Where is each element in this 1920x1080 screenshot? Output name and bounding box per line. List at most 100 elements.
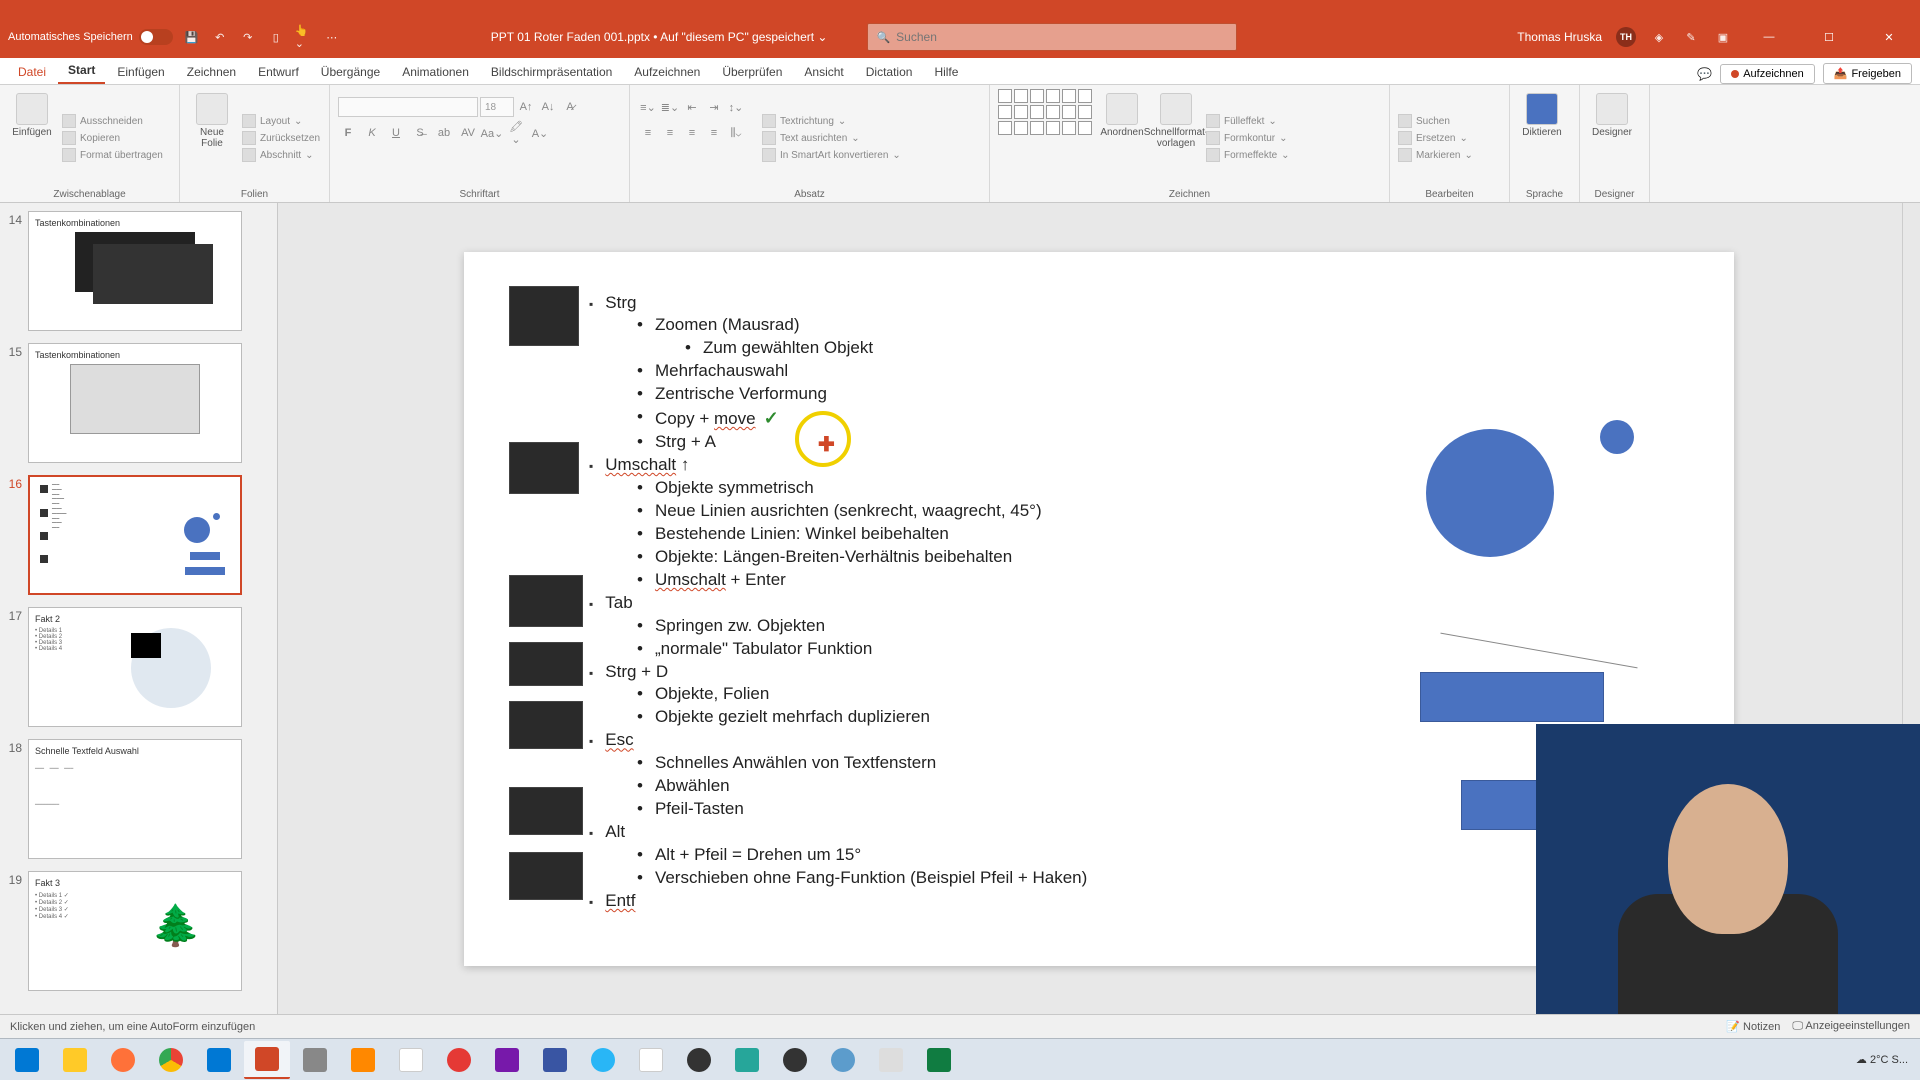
arrange-button[interactable]: Anordnen: [1098, 89, 1146, 187]
taskbar-app-3[interactable]: [436, 1041, 482, 1079]
slide-thumb-18[interactable]: Schnelle Textfeld Auswahl ━━━ ━━━ ━━━ ━━…: [28, 739, 242, 859]
share-button[interactable]: 📤Freigeben: [1823, 63, 1912, 84]
slide-thumb-14[interactable]: Tastenkombinationen: [28, 211, 242, 331]
shape-cell[interactable]: [998, 121, 1012, 135]
tab-file[interactable]: Datei: [8, 60, 56, 84]
window-icon[interactable]: ▣: [1714, 28, 1732, 46]
format-painter-button[interactable]: Format übertragen: [62, 148, 163, 162]
tab-review[interactable]: Überprüfen: [712, 60, 792, 84]
key-image-ctrld[interactable]: [509, 642, 583, 686]
increase-font-button[interactable]: A↑: [516, 97, 536, 117]
tab-view[interactable]: Ansicht: [794, 60, 853, 84]
shape-cell[interactable]: [1062, 105, 1076, 119]
decrease-font-button[interactable]: A↓: [538, 97, 558, 117]
highlight-button[interactable]: 🖍⌄: [506, 123, 526, 143]
tab-design[interactable]: Entwurf: [248, 60, 309, 84]
shape-cell[interactable]: [1078, 89, 1092, 103]
taskbar-app-8[interactable]: [868, 1041, 914, 1079]
record-button[interactable]: Aufzeichnen: [1720, 64, 1815, 84]
new-slide-button[interactable]: Neue Folie: [188, 89, 236, 187]
copy-button[interactable]: Kopieren: [62, 131, 163, 145]
bullets-button[interactable]: ≡⌄: [638, 97, 658, 117]
maximize-button[interactable]: ☐: [1806, 16, 1852, 58]
shape-cell[interactable]: [1078, 121, 1092, 135]
search-box[interactable]: 🔍: [867, 23, 1237, 51]
align-center-button[interactable]: ≡: [660, 123, 680, 143]
autosave-toggle[interactable]: Automatisches Speichern: [8, 29, 173, 45]
taskbar-visio[interactable]: [532, 1041, 578, 1079]
shape-cell[interactable]: [1014, 89, 1028, 103]
touch-icon[interactable]: 👆⌄: [295, 28, 313, 46]
font-size-input[interactable]: [480, 97, 514, 117]
shape-small-circle[interactable]: [1600, 420, 1634, 454]
weather-widget[interactable]: ☁ 2°C S...: [1856, 1053, 1908, 1066]
save-icon[interactable]: 💾: [183, 28, 201, 46]
display-settings-button[interactable]: 🖵 Anzeigeeinstellungen: [1792, 1020, 1910, 1033]
close-button[interactable]: ✕: [1866, 16, 1912, 58]
indent-less-button[interactable]: ⇤: [682, 97, 702, 117]
designer-button[interactable]: Designer: [1588, 89, 1636, 187]
taskbar-onenote[interactable]: [484, 1041, 530, 1079]
tab-home[interactable]: Start: [58, 58, 105, 84]
taskbar-explorer[interactable]: [52, 1041, 98, 1079]
shape-cell[interactable]: [1062, 89, 1076, 103]
text-direction-button[interactable]: Textrichtung ⌄: [762, 114, 901, 128]
tab-draw[interactable]: Zeichnen: [177, 60, 246, 84]
paste-button[interactable]: Einfügen: [8, 89, 56, 187]
case-button[interactable]: Aa⌄: [482, 123, 502, 143]
align-right-button[interactable]: ≡: [682, 123, 702, 143]
align-left-button[interactable]: ≡: [638, 123, 658, 143]
taskbar-chrome[interactable]: [148, 1041, 194, 1079]
shape-cell[interactable]: [1046, 121, 1060, 135]
strike-button[interactable]: S̶: [410, 123, 430, 143]
taskbar-app-6[interactable]: [772, 1041, 818, 1079]
user-avatar[interactable]: TH: [1616, 27, 1636, 47]
columns-button[interactable]: ⫼⌄: [726, 123, 746, 143]
shapes-gallery[interactable]: [998, 89, 1092, 187]
taskbar-obs[interactable]: [676, 1041, 722, 1079]
coming-soon-icon[interactable]: ◈: [1650, 28, 1668, 46]
slide-thumb-16[interactable]: ━━━━━━━━━━━━━━━━━━━━━━━━━━━━━━━━━━━━━━: [28, 475, 242, 595]
user-name[interactable]: Thomas Hruska: [1517, 30, 1602, 44]
font-family-input[interactable]: [338, 97, 478, 117]
shape-cell[interactable]: [1078, 105, 1092, 119]
slide-thumb-15[interactable]: Tastenkombinationen: [28, 343, 242, 463]
shape-cell[interactable]: [1030, 121, 1044, 135]
shape-cell[interactable]: [1046, 89, 1060, 103]
start-button[interactable]: [4, 1041, 50, 1079]
reset-button[interactable]: Zurücksetzen: [242, 131, 320, 145]
replace-button[interactable]: Ersetzen ⌄: [1398, 131, 1473, 145]
layout-button[interactable]: Layout ⌄: [242, 114, 320, 128]
find-button[interactable]: Suchen: [1398, 114, 1473, 128]
taskbar-telegram[interactable]: [580, 1041, 626, 1079]
tab-slideshow[interactable]: Bildschirmpräsentation: [481, 60, 622, 84]
shape-rect-1[interactable]: [1420, 672, 1604, 722]
tab-insert[interactable]: Einfügen: [107, 60, 174, 84]
key-image-shift[interactable]: [509, 442, 579, 494]
shape-cell[interactable]: [1014, 121, 1028, 135]
key-image-alt[interactable]: [509, 787, 583, 835]
slide-thumb-19[interactable]: Fakt 3 • Details 1 ✓ • Details 2 ✓ • Det…: [28, 871, 242, 991]
slideshow-icon[interactable]: ▯: [267, 28, 285, 46]
slide-thumbnails-panel[interactable]: 14 Tastenkombinationen 15 Tastenkombinat…: [0, 203, 278, 1014]
smartart-button[interactable]: In SmartArt konvertieren ⌄: [762, 148, 901, 162]
tab-animations[interactable]: Animationen: [392, 60, 479, 84]
clear-format-button[interactable]: A̷: [560, 97, 580, 117]
comments-icon[interactable]: 💬: [1697, 67, 1712, 81]
slide-thumb-17[interactable]: Fakt 2 • Details 1 • Details 2 • Details…: [28, 607, 242, 727]
shape-big-circle[interactable]: [1426, 429, 1554, 557]
tab-help[interactable]: Hilfe: [924, 60, 968, 84]
taskbar-app-2[interactable]: [388, 1041, 434, 1079]
shape-cell[interactable]: [1030, 105, 1044, 119]
qat-more-icon[interactable]: ⋯: [323, 28, 341, 46]
shape-cell[interactable]: [1030, 89, 1044, 103]
taskbar-powerpoint[interactable]: [244, 1041, 290, 1079]
section-button[interactable]: Abschnitt ⌄: [242, 148, 320, 162]
italic-button[interactable]: K: [362, 123, 382, 143]
shape-effects-button[interactable]: Formeffekte ⌄: [1206, 148, 1290, 162]
redo-icon[interactable]: ↷: [239, 28, 257, 46]
taskbar-firefox[interactable]: [100, 1041, 146, 1079]
key-image-del[interactable]: [509, 852, 583, 900]
tab-transitions[interactable]: Übergänge: [311, 60, 390, 84]
numbering-button[interactable]: ≣⌄: [660, 97, 680, 117]
